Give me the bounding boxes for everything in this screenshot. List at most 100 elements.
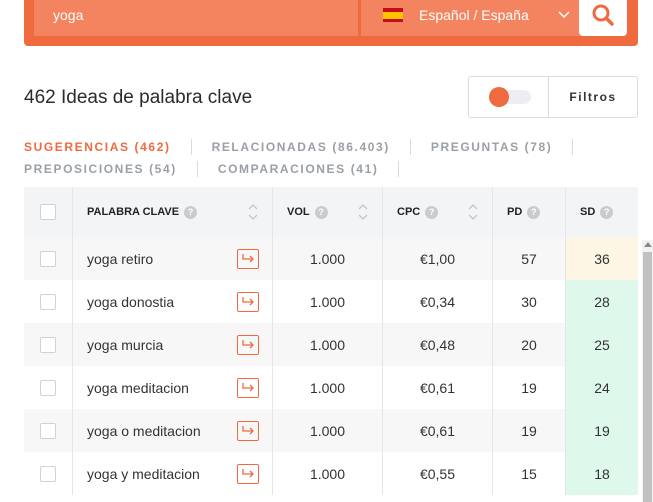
sd-cell: 36	[566, 237, 638, 280]
ideas-count-title: 462 Ideas de palabra clave	[24, 87, 253, 108]
row-checkbox-cell	[24, 366, 73, 409]
row-checkbox[interactable]	[40, 293, 56, 310]
go-to-keyword-icon[interactable]	[237, 334, 259, 355]
column-label-vol: VOL	[287, 206, 310, 218]
scroll-up-arrow-icon[interactable]	[644, 242, 652, 247]
cpc-cell: €1,00	[383, 237, 493, 280]
header-checkbox-cell	[24, 187, 73, 237]
keyword-tabs: SUGERENCIAS (462) RELACIONADAS (86.403) …	[24, 136, 634, 180]
table-row: yoga meditacion 1.000 €0,61 19 24	[24, 366, 638, 409]
sd-cell: 24	[566, 366, 638, 409]
row-checkbox[interactable]	[40, 250, 56, 267]
sd-cell: 19	[566, 409, 638, 452]
search-input[interactable]	[34, 0, 358, 36]
filters-panel: Filtros	[468, 76, 638, 118]
language-select[interactable]: Español / España	[361, 0, 583, 36]
keyword-text[interactable]: yoga murcia	[87, 337, 237, 353]
vol-cell: 1.000	[273, 323, 383, 366]
sort-icon[interactable]	[468, 203, 478, 221]
vol-cell: 1.000	[273, 452, 383, 495]
tab-relacionadas[interactable]: RELACIONADAS (86.403)	[212, 140, 390, 154]
go-to-keyword-icon[interactable]	[237, 291, 259, 312]
keyword-text[interactable]: yoga retiro	[87, 251, 237, 267]
column-header-sd[interactable]: SD ?	[566, 187, 638, 237]
table-row: yoga donostia 1.000 €0,34 30 28	[24, 280, 638, 323]
row-checkbox[interactable]	[40, 336, 56, 353]
tab-divider	[398, 161, 400, 177]
row-checkbox-cell	[24, 237, 73, 280]
search-bar: Español / España	[24, 0, 638, 46]
tab-comparaciones[interactable]: COMPARACIONES (41)	[218, 162, 379, 176]
column-header-pd[interactable]: PD ?	[493, 187, 566, 237]
keyword-cell: yoga retiro	[73, 237, 273, 280]
column-label-pd: PD	[507, 206, 523, 218]
pd-cell: 57	[493, 237, 566, 280]
filters-toggle[interactable]	[469, 77, 549, 117]
row-checkbox[interactable]	[40, 422, 56, 439]
column-header-keyword[interactable]: PALABRA CLAVE ?	[73, 187, 273, 237]
select-all-checkbox[interactable]	[40, 204, 56, 220]
row-checkbox-cell	[24, 409, 73, 452]
pd-cell: 19	[493, 409, 566, 452]
tab-divider	[196, 161, 198, 177]
keyword-cell: yoga meditacion	[73, 366, 273, 409]
help-icon[interactable]: ?	[527, 205, 541, 219]
vol-cell: 1.000	[273, 366, 383, 409]
cpc-cell: €0,61	[383, 409, 493, 452]
vol-cell: 1.000	[273, 409, 383, 452]
column-label-keyword: PALABRA CLAVE	[87, 206, 180, 218]
sort-icon[interactable]	[358, 203, 368, 221]
keywords-table: PALABRA CLAVE ? VOL ? CPC ? PD ? SD ? yo…	[24, 187, 638, 495]
go-to-keyword-icon[interactable]	[237, 377, 259, 398]
tab-divider	[409, 139, 411, 155]
row-checkbox-cell	[24, 452, 73, 495]
vol-cell: 1.000	[273, 237, 383, 280]
row-checkbox-cell	[24, 280, 73, 323]
pd-cell: 20	[493, 323, 566, 366]
vol-cell: 1.000	[273, 280, 383, 323]
help-icon[interactable]: ?	[314, 205, 328, 219]
spain-flag-icon	[383, 8, 403, 22]
go-to-keyword-icon[interactable]	[237, 463, 259, 484]
search-button[interactable]	[579, 0, 627, 36]
cpc-cell: €0,55	[383, 452, 493, 495]
language-label: Español / España	[419, 7, 529, 23]
pd-cell: 30	[493, 280, 566, 323]
sd-cell: 25	[566, 323, 638, 366]
chevron-down-icon	[558, 11, 570, 19]
pd-cell: 15	[493, 452, 566, 495]
row-checkbox-cell	[24, 323, 73, 366]
keyword-text[interactable]: yoga o meditacion	[87, 423, 237, 439]
cpc-cell: €0,34	[383, 280, 493, 323]
keyword-cell: yoga donostia	[73, 280, 273, 323]
search-icon	[592, 4, 614, 26]
sd-cell: 18	[566, 452, 638, 495]
scrollbar-thumb[interactable]	[643, 252, 652, 502]
keyword-cell: yoga y meditacion	[73, 452, 273, 495]
row-checkbox[interactable]	[40, 465, 56, 482]
table-row: yoga retiro 1.000 €1,00 57 36	[24, 237, 638, 280]
help-icon[interactable]: ?	[600, 205, 614, 219]
keyword-cell: yoga murcia	[73, 323, 273, 366]
help-icon[interactable]: ?	[184, 205, 198, 219]
cpc-cell: €0,48	[383, 323, 493, 366]
filters-button[interactable]: Filtros	[549, 77, 637, 117]
keyword-text[interactable]: yoga y meditacion	[87, 466, 237, 482]
sort-icon[interactable]	[248, 203, 258, 221]
column-label-cpc: CPC	[397, 206, 421, 218]
table-row: yoga murcia 1.000 €0,48 20 25	[24, 323, 638, 366]
pd-cell: 19	[493, 366, 566, 409]
help-icon[interactable]: ?	[425, 205, 439, 219]
tab-preposiciones[interactable]: PREPOSICIONES (54)	[24, 162, 177, 176]
column-header-vol[interactable]: VOL ?	[273, 187, 383, 237]
go-to-keyword-icon[interactable]	[237, 420, 259, 441]
tab-preguntas[interactable]: PREGUNTAS (78)	[431, 140, 553, 154]
go-to-keyword-icon[interactable]	[237, 248, 259, 269]
column-header-cpc[interactable]: CPC ?	[383, 187, 493, 237]
keyword-text[interactable]: yoga donostia	[87, 294, 237, 310]
keyword-cell: yoga o meditacion	[73, 409, 273, 452]
tab-sugerencias[interactable]: SUGERENCIAS (462)	[24, 140, 171, 154]
tab-divider	[572, 139, 574, 155]
keyword-text[interactable]: yoga meditacion	[87, 380, 237, 396]
row-checkbox[interactable]	[40, 379, 56, 396]
